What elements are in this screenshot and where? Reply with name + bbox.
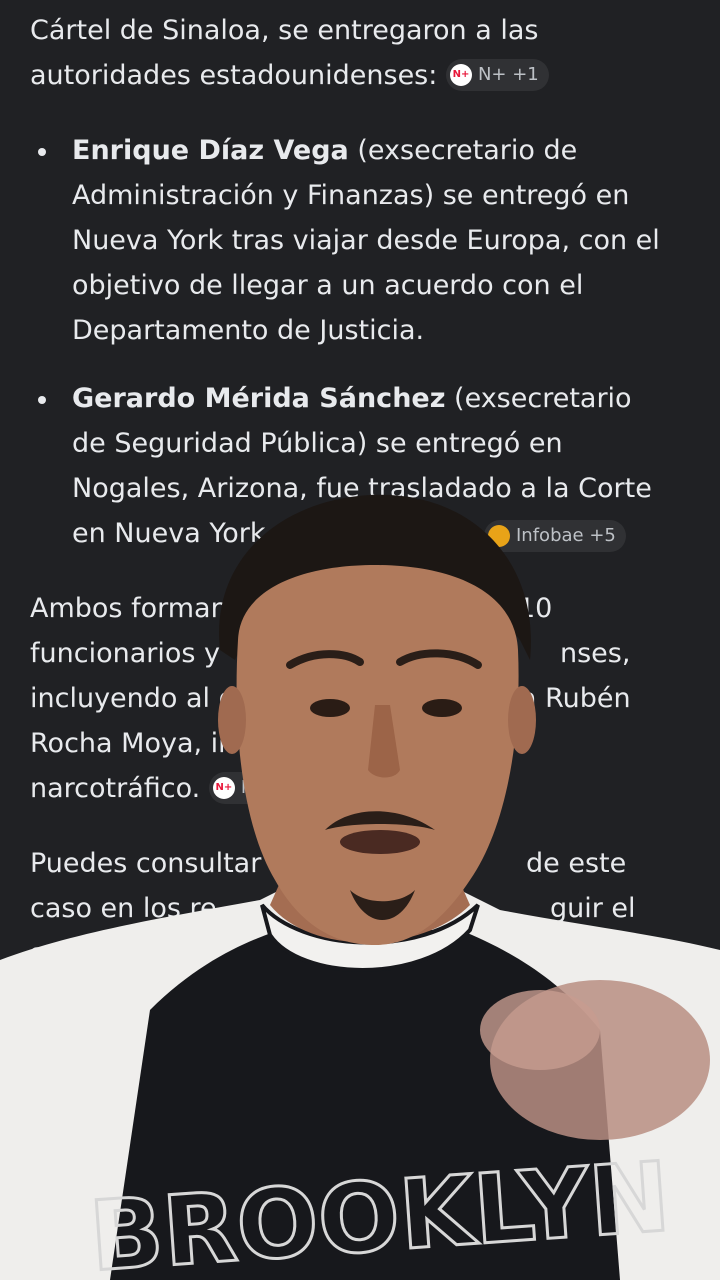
n-plus-logo-icon: N+ <box>449 63 472 86</box>
paragraph-fragment: nses, <box>560 638 631 669</box>
infobae-logo-icon <box>488 525 510 547</box>
paragraph-line: narcotráfico. <box>30 773 201 804</box>
bullet-text: (exsecretario de Administración y Finanz… <box>72 135 660 346</box>
source-chip-label: Infobae +5 <box>516 525 616 546</box>
intro-line-2: autoridades estadounidenses: <box>30 60 438 91</box>
source-chip-infobae[interactable]: Infobae +5 <box>484 520 626 552</box>
paragraph-line: funcionarios y <box>30 638 221 669</box>
paragraph-fragment: 10 <box>518 593 553 624</box>
source-chip-label: N+ +1 <box>477 63 539 85</box>
bullet-name: Gerardo Mérida Sánchez <box>72 383 446 414</box>
paragraph-line: Ambos forman <box>30 593 228 624</box>
paragraph-line: segui <box>30 938 103 969</box>
n-plus-logo-icon: N+ <box>212 776 235 799</box>
paragraph-line: caso en los re <box>30 893 217 924</box>
paragraph-fragment: de este <box>526 848 627 879</box>
source-chip-label: N <box>240 776 255 798</box>
paragraph-line: Rocha Moya, inv <box>30 728 252 759</box>
bullet-name: Enrique Díaz Vega <box>72 135 349 166</box>
bullet-dot-icon <box>38 396 46 404</box>
paragraph-line: Puedes consultar <box>30 848 262 879</box>
paragraph-line: incluyendo al g <box>30 683 236 714</box>
paragraph-fragment: a Rubén <box>520 683 631 714</box>
intro-line-1: Cártel de Sinaloa, se entregaron a las <box>30 15 539 46</box>
bullet-dot-icon <box>38 148 46 156</box>
bullet-item-enrique: Enrique Díaz Vega (exsecretario de Admin… <box>30 128 660 353</box>
source-chip-n-plus-2[interactable]: N+ N <box>208 771 265 804</box>
paragraph-fragment: guir el <box>550 893 636 924</box>
source-chip-n-plus[interactable]: N+ N+ +1 <box>445 58 549 91</box>
shirt-lettering: BROOKLYN <box>86 1141 673 1280</box>
intro-paragraph: Cártel de Sinaloa, se entregaron a las a… <box>30 8 650 98</box>
